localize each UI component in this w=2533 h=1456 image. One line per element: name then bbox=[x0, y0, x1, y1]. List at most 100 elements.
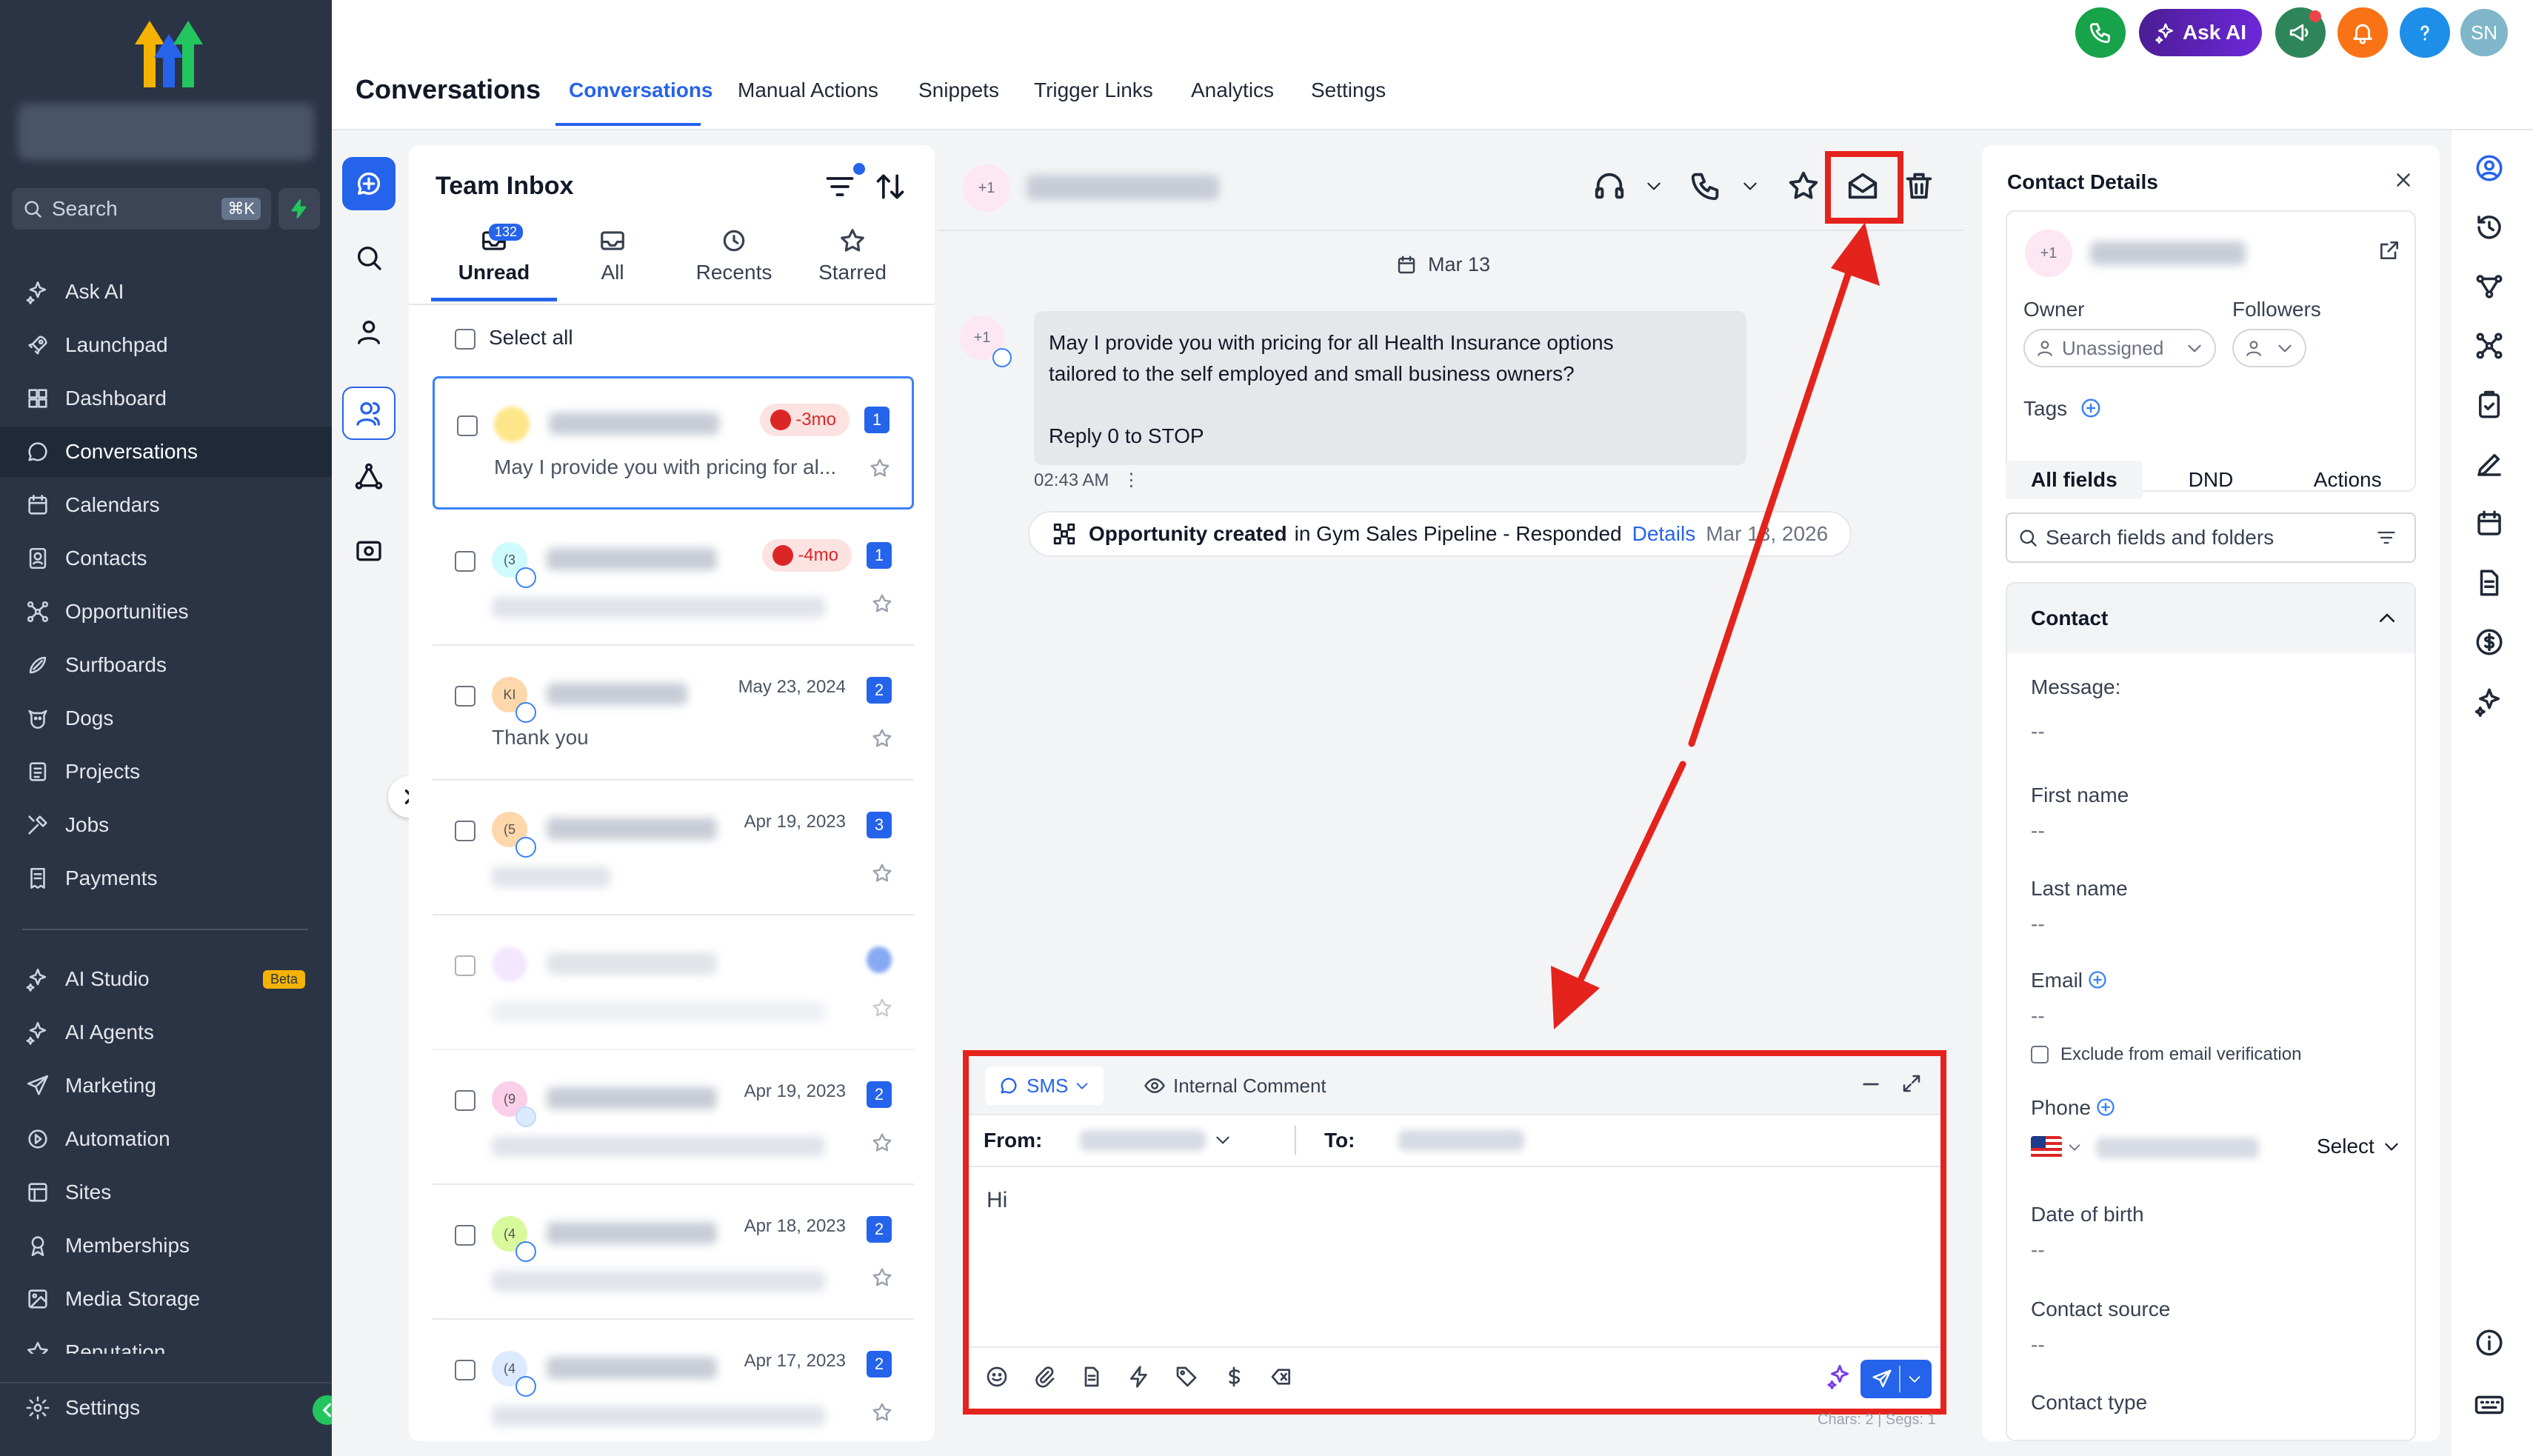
star-button[interactable] bbox=[871, 1132, 893, 1154]
phone-value[interactable] bbox=[2096, 1138, 2259, 1158]
send-button[interactable] bbox=[1860, 1360, 1932, 1398]
plus-circle-icon[interactable] bbox=[2087, 969, 2108, 990]
star-button[interactable] bbox=[871, 592, 893, 615]
quick-actions-button[interactable] bbox=[278, 188, 320, 230]
sidebar-item-calendars[interactable]: Calendars bbox=[0, 480, 332, 530]
star-button[interactable] bbox=[871, 862, 893, 884]
rail-view-button[interactable] bbox=[342, 524, 396, 578]
sidebar-item-ai-agents[interactable]: AI Agents bbox=[0, 1007, 332, 1058]
field-value-contact-source[interactable]: -- bbox=[2031, 1333, 2045, 1357]
tag-button[interactable] bbox=[1175, 1365, 1201, 1392]
tab-snippets[interactable]: Snippets bbox=[918, 79, 999, 102]
attach-button[interactable] bbox=[1032, 1365, 1059, 1392]
sidebar-item-ai-studio[interactable]: AI Studio Beta bbox=[0, 954, 332, 1004]
tab-all[interactable]: All bbox=[557, 227, 668, 284]
help-button[interactable] bbox=[2400, 7, 2450, 58]
tab-trigger-links[interactable]: Trigger Links bbox=[1034, 79, 1153, 102]
owner-select[interactable]: Unassigned bbox=[2023, 329, 2216, 367]
sidebar-item-marketing[interactable]: Marketing bbox=[0, 1061, 332, 1111]
star-button[interactable] bbox=[871, 727, 893, 749]
sidebar-item-payments[interactable]: Payments bbox=[0, 853, 332, 904]
contact-section-header[interactable]: Contact bbox=[2007, 584, 2414, 653]
rail-workflow-button[interactable] bbox=[2474, 271, 2505, 302]
fields-search-input[interactable]: Search fields and folders bbox=[2006, 512, 2416, 563]
emoji-button[interactable] bbox=[985, 1365, 1012, 1392]
star-conversation-button[interactable] bbox=[1786, 169, 1821, 203]
tab-recents[interactable]: Recents bbox=[678, 227, 790, 284]
rail-info-button[interactable] bbox=[2474, 1327, 2505, 1358]
assign-agent-dropdown[interactable] bbox=[1592, 169, 1626, 203]
open-contact-button[interactable] bbox=[2377, 238, 2401, 262]
sidebar-item-sites[interactable]: Sites bbox=[0, 1167, 332, 1218]
conversation-row[interactable] bbox=[433, 918, 914, 1050]
tab-dnd[interactable]: DND bbox=[2143, 461, 2280, 499]
clear-button[interactable] bbox=[1269, 1365, 1296, 1392]
conversation-row[interactable]: (5 Apr 19, 2023 3 bbox=[433, 784, 914, 915]
row-checkbox[interactable] bbox=[455, 955, 475, 976]
conversation-row[interactable]: (4 Apr 18, 2023 2 bbox=[433, 1188, 914, 1320]
payment-button[interactable] bbox=[1222, 1365, 1249, 1392]
sidebar-item-opportunities[interactable]: Opportunities bbox=[0, 587, 332, 637]
internal-comment-tab[interactable]: Internal Comment bbox=[1144, 1066, 1326, 1105]
field-value-message[interactable]: -- bbox=[2031, 720, 2045, 744]
ask-ai-button[interactable]: Ask AI bbox=[2139, 9, 2262, 56]
sidebar-item-ask-ai[interactable]: Ask AI bbox=[0, 267, 332, 317]
sidebar-item-surfboards[interactable]: Surfboards bbox=[0, 640, 332, 690]
rail-opportunities-button[interactable] bbox=[2474, 330, 2505, 361]
sidebar-item-contacts[interactable]: Contacts bbox=[0, 533, 332, 584]
rail-notes-button[interactable] bbox=[2474, 449, 2505, 480]
plus-circle-icon[interactable] bbox=[2095, 1097, 2116, 1118]
sidebar-item-conversations[interactable]: Conversations bbox=[0, 427, 332, 477]
sidebar-item-settings[interactable]: Settings bbox=[0, 1382, 332, 1432]
conversation-row[interactable]: (9 Apr 19, 2023 2 bbox=[433, 1053, 914, 1185]
rail-workflow-button[interactable] bbox=[342, 450, 396, 504]
tab-all-fields[interactable]: All fields bbox=[2006, 461, 2143, 499]
conversation-row[interactable]: (3 -4mo 1 bbox=[433, 514, 914, 646]
expand-composer-button[interactable] bbox=[1900, 1072, 1923, 1095]
row-checkbox[interactable] bbox=[455, 1090, 475, 1111]
us-flag-icon[interactable] bbox=[2031, 1136, 2062, 1158]
field-value-last-name[interactable]: -- bbox=[2031, 912, 2045, 936]
call-button[interactable] bbox=[2075, 7, 2126, 58]
sidebar-item-projects[interactable]: Projects bbox=[0, 747, 332, 797]
sidebar-item-dogs[interactable]: Dogs bbox=[0, 693, 332, 744]
exclude-email-verification[interactable]: Exclude from email verification bbox=[2031, 1044, 2301, 1065]
tab-starred[interactable]: Starred bbox=[797, 227, 908, 284]
followers-select[interactable] bbox=[2232, 329, 2306, 367]
row-checkbox[interactable] bbox=[455, 551, 475, 572]
conversation-row[interactable]: KI May 23, 2024 2 Thank you bbox=[433, 649, 914, 781]
rail-documents-button[interactable] bbox=[2474, 567, 2505, 598]
close-panel-button[interactable] bbox=[2392, 169, 2414, 191]
minimize-composer-button[interactable] bbox=[1859, 1072, 1883, 1096]
team-inbox-button[interactable] bbox=[342, 387, 396, 440]
field-value-email[interactable]: -- bbox=[2031, 1004, 2045, 1028]
star-button[interactable] bbox=[871, 997, 893, 1019]
assign-chevron[interactable] bbox=[1644, 176, 1663, 196]
sidebar-item-launchpad[interactable]: Launchpad bbox=[0, 320, 332, 370]
template-button[interactable] bbox=[1080, 1365, 1107, 1392]
tab-analytics[interactable]: Analytics bbox=[1191, 79, 1274, 102]
new-conversation-button[interactable] bbox=[342, 157, 396, 210]
sidebar-item-media-storage[interactable]: Media Storage bbox=[0, 1274, 332, 1324]
my-inbox-button[interactable] bbox=[342, 305, 396, 358]
call-dropdown[interactable] bbox=[1689, 169, 1723, 203]
user-avatar[interactable]: SN bbox=[2460, 9, 2508, 56]
ai-assist-button[interactable] bbox=[1826, 1363, 1853, 1389]
field-value-date-of-birth[interactable]: -- bbox=[2031, 1238, 2045, 1262]
conversation-row[interactable]: (4 Apr 17, 2023 2 bbox=[433, 1323, 914, 1455]
rail-contact-button[interactable] bbox=[2474, 153, 2505, 184]
row-checkbox[interactable] bbox=[455, 1225, 475, 1246]
rail-payments-button[interactable] bbox=[2474, 627, 2505, 658]
field-value-first-name[interactable]: -- bbox=[2031, 819, 2045, 843]
rail-search-button[interactable] bbox=[342, 231, 396, 284]
sidebar-item-dashboard[interactable]: Dashboard bbox=[0, 373, 332, 424]
conversation-row[interactable]: -3mo 1 May I provide you with pricing fo… bbox=[433, 376, 914, 510]
message-input[interactable]: Hi bbox=[987, 1188, 1007, 1213]
message-menu[interactable]: ⋮ bbox=[1122, 470, 1140, 490]
rail-ai-button[interactable] bbox=[2474, 686, 2505, 717]
channel-select-sms[interactable]: SMS bbox=[985, 1066, 1104, 1105]
tab-actions[interactable]: Actions bbox=[2279, 461, 2416, 499]
rail-history-button[interactable] bbox=[2474, 212, 2505, 243]
tab-manual-actions[interactable]: Manual Actions bbox=[738, 79, 878, 102]
trigger-button[interactable] bbox=[1127, 1365, 1154, 1392]
